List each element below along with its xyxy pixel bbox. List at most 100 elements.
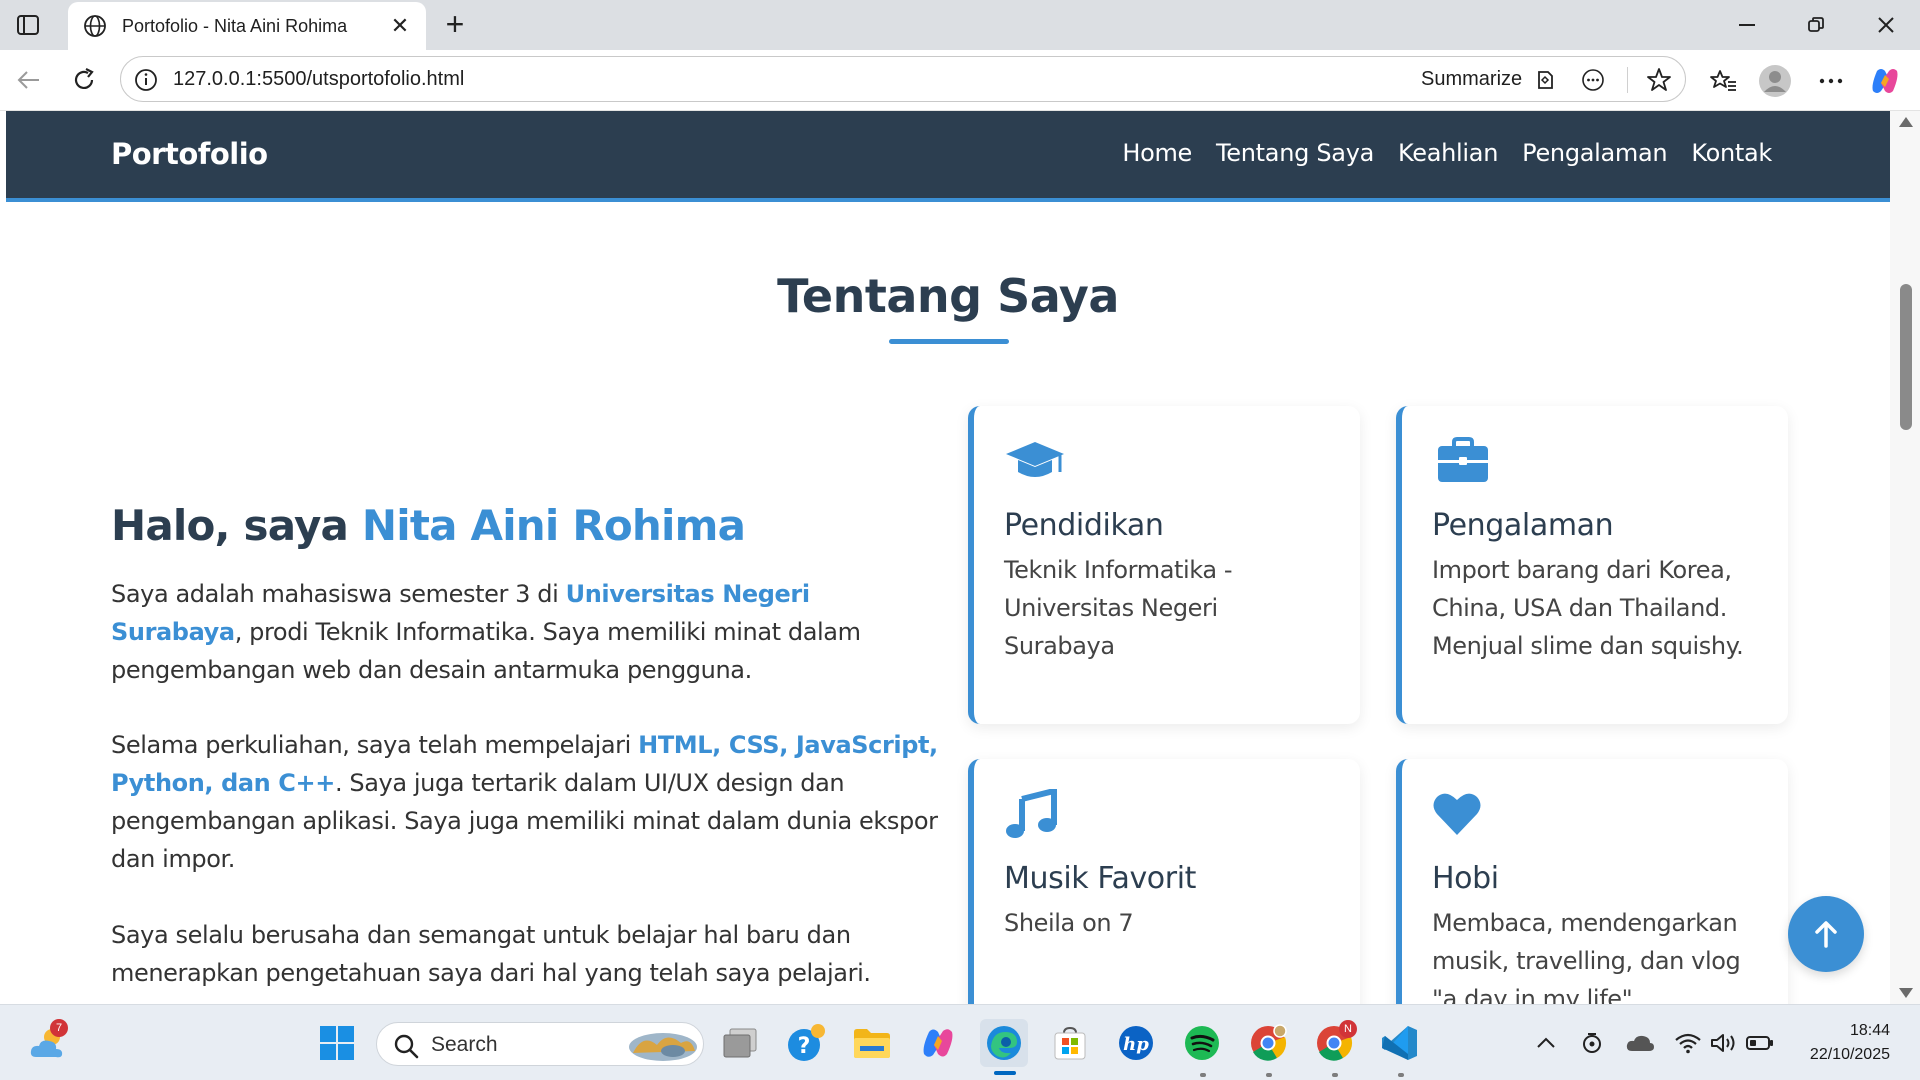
card-text: Sheila on 7 <box>1004 909 1134 937</box>
nav-link-home[interactable]: Home <box>1122 139 1192 167</box>
address-bar[interactable]: 127.0.0.1:5500/utsportofolio.html Summar… <box>120 56 1686 102</box>
copilot-app-icon[interactable] <box>914 1019 962 1067</box>
svg-text:?: ? <box>798 1034 811 1059</box>
about-paragraph-1: Saya adalah mahasiswa semester 3 di Univ… <box>111 575 941 689</box>
para1-text-a: Saya adalah mahasiswa semester 3 di <box>111 580 566 608</box>
search-icon <box>394 1034 419 1059</box>
card-pendidikan: Pendidikan Teknik Informatika - Universi… <box>968 406 1360 724</box>
site-info-icon[interactable] <box>133 67 159 93</box>
intro-prefix: Halo, saya <box>111 501 362 550</box>
title-underline <box>889 339 1009 344</box>
tab-actions-icon[interactable] <box>14 12 42 38</box>
settings-and-more-icon[interactable] <box>1812 62 1850 100</box>
section-title: Tentang Saya <box>777 269 1119 323</box>
show-hidden-icons-chevron-icon[interactable] <box>1522 1019 1570 1067</box>
new-tab-button[interactable]: + <box>438 8 472 42</box>
card-title: Musik Favorit <box>1004 861 1196 896</box>
copilot-summarize-icon[interactable] <box>1531 66 1559 94</box>
clock[interactable]: 18:44 22/10/2025 <box>1810 1019 1890 1067</box>
clock-time: 18:44 <box>1849 1022 1890 1039</box>
reload-button[interactable] <box>64 60 104 100</box>
profile-avatar-icon[interactable] <box>1756 62 1794 100</box>
battery-icon[interactable] <box>1736 1019 1784 1067</box>
windows-taskbar: 7 Search ? hp N 18:44 22/10/2025 <box>0 1004 1920 1080</box>
nav-link-tentang-saya[interactable]: Tentang Saya <box>1216 139 1374 167</box>
omnibox-divider <box>1627 67 1628 93</box>
address-toolbar: 127.0.0.1:5500/utsportofolio.html Summar… <box>0 50 1920 111</box>
edge-browser-icon[interactable] <box>980 1019 1028 1067</box>
site-menu: Home Tentang Saya Keahlian Pengalaman Ko… <box>1122 139 1772 167</box>
more-options-icon[interactable] <box>1579 66 1607 94</box>
card-title: Pendidikan <box>1004 508 1164 543</box>
scroll-down-arrow-icon[interactable] <box>1899 988 1913 998</box>
taskbar-search[interactable]: Search <box>376 1022 704 1066</box>
get-help-icon[interactable]: ? <box>782 1019 830 1067</box>
hp-app-icon[interactable]: hp <box>1112 1019 1160 1067</box>
active-app-indicator <box>994 1071 1016 1075</box>
start-button[interactable] <box>313 1019 361 1067</box>
card-text: Import barang dari Korea, China, USA dan… <box>1432 556 1744 660</box>
arrow-up-icon <box>1815 921 1837 948</box>
minimize-button[interactable] <box>1718 6 1778 44</box>
heart-icon <box>1433 793 1481 835</box>
nav-link-keahlian[interactable]: Keahlian <box>1398 139 1498 167</box>
task-view-icon[interactable] <box>716 1019 764 1067</box>
card-text: Membaca, mendengarkan musik, travelling,… <box>1432 909 1741 1004</box>
chrome-profile-2-icon[interactable]: N <box>1310 1019 1358 1067</box>
scroll-to-top-button[interactable] <box>1788 896 1864 972</box>
copilot-icon[interactable] <box>1866 62 1904 100</box>
location-icon[interactable] <box>1568 1019 1616 1067</box>
search-highlight-icon <box>629 1033 697 1061</box>
running-indicator <box>1332 1073 1338 1077</box>
spotify-icon[interactable] <box>1178 1019 1226 1067</box>
nav-link-kontak[interactable]: Kontak <box>1691 139 1772 167</box>
chrome-profile-badge: N <box>1339 1020 1357 1038</box>
favorite-star-icon[interactable] <box>1645 66 1673 94</box>
graduation-cap-icon <box>1006 442 1064 477</box>
running-indicator <box>1398 1073 1404 1077</box>
intro-name: Nita Aini Rohima <box>361 501 746 550</box>
scroll-up-arrow-icon[interactable] <box>1899 117 1913 127</box>
weather-badge: 7 <box>50 1019 68 1037</box>
clock-date: 22/10/2025 <box>1809 1046 1890 1063</box>
site-brand[interactable]: Portofolio <box>111 137 268 171</box>
site-navbar: Portofolio Home Tentang Saya Keahlian Pe… <box>6 111 1890 202</box>
running-indicator <box>1200 1073 1206 1077</box>
scrollbar-thumb[interactable] <box>1900 284 1912 430</box>
onedrive-cloud-icon[interactable] <box>1616 1019 1664 1067</box>
tab-title: Portofolio - Nita Aini Rohima <box>122 15 348 36</box>
card-musik-favorit: Musik Favorit Sheila on 7 <box>968 759 1360 1004</box>
card-text: Teknik Informatika - Universitas Negeri … <box>1004 556 1233 660</box>
restore-button[interactable] <box>1786 6 1846 44</box>
file-explorer-icon[interactable] <box>848 1019 896 1067</box>
card-title: Pengalaman <box>1432 508 1614 543</box>
back-button[interactable] <box>8 60 48 100</box>
url-text[interactable]: 127.0.0.1:5500/utsportofolio.html <box>173 68 464 91</box>
browser-tab[interactable]: Portofolio - Nita Aini Rohima ✕ <box>68 2 426 50</box>
close-window-button[interactable] <box>1856 6 1916 44</box>
browser-tab-bar: Portofolio - Nita Aini Rohima ✕ + <box>0 0 1920 50</box>
intro-heading: Halo, saya Nita Aini Rohima <box>111 501 746 550</box>
vscode-icon[interactable] <box>1376 1019 1424 1067</box>
search-label: Search <box>431 1033 498 1056</box>
para2-text-a: Selama perkuliahan, saya telah mempelaja… <box>111 731 639 759</box>
favorites-icon[interactable] <box>1704 62 1742 100</box>
about-paragraph-2: Selama perkuliahan, saya telah mempelaja… <box>111 726 941 878</box>
microsoft-store-icon[interactable] <box>1046 1019 1094 1067</box>
music-note-icon <box>1006 787 1057 838</box>
globe-icon <box>84 15 106 37</box>
about-paragraph-3: Saya selalu berusaha dan semangat untuk … <box>111 921 871 987</box>
page-scrollbar[interactable] <box>1890 111 1920 1004</box>
card-pengalaman: Pengalaman Import barang dari Korea, Chi… <box>1396 406 1788 724</box>
card-hobi: Hobi Membaca, mendengarkan musik, travel… <box>1396 759 1788 1004</box>
tab-close-icon[interactable]: ✕ <box>388 14 412 39</box>
svg-text:hp: hp <box>1123 1034 1149 1055</box>
chrome-profile-1-icon[interactable] <box>1244 1019 1292 1067</box>
card-title: Hobi <box>1432 861 1499 896</box>
running-indicator <box>1266 1073 1272 1077</box>
weather-widget-icon[interactable]: 7 <box>24 1019 72 1067</box>
briefcase-icon <box>1438 437 1488 482</box>
page-viewport: Portofolio Home Tentang Saya Keahlian Pe… <box>6 111 1890 1004</box>
summarize-button[interactable]: Summarize <box>1421 68 1522 91</box>
nav-link-pengalaman[interactable]: Pengalaman <box>1522 139 1668 167</box>
